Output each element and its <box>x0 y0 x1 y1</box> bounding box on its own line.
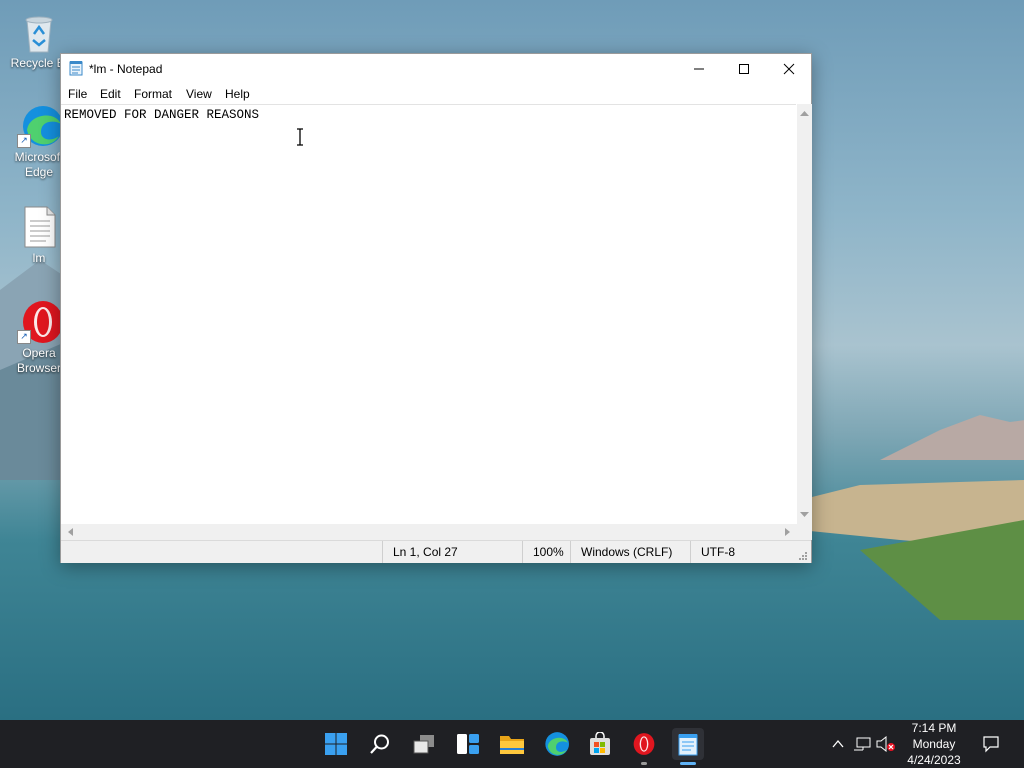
vertical-scrollbar[interactable] <box>797 104 812 524</box>
status-bar: Ln 1, Col 27 100% Windows (CRLF) UTF-8 <box>61 540 811 563</box>
store-button[interactable] <box>584 728 616 760</box>
grass-decoration <box>800 480 1024 620</box>
maximize-icon <box>739 64 749 74</box>
shortcut-arrow-icon: ↗ <box>17 134 31 148</box>
scroll-up-icon[interactable] <box>797 106 812 120</box>
ibeam-cursor-icon <box>297 128 303 146</box>
task-view-icon <box>413 735 434 754</box>
start-icon <box>325 733 347 755</box>
clock-time: 7:14 PM <box>911 721 957 735</box>
running-indicator <box>641 762 647 765</box>
recycle-bin-icon <box>19 10 59 54</box>
widgets-icon <box>457 734 479 754</box>
text-editor-area[interactable]: REMOVED FOR DANGER REASONS <box>61 104 796 525</box>
menu-file[interactable]: File <box>66 86 89 102</box>
task-view-button[interactable] <box>408 728 440 760</box>
text-file-icon <box>19 205 59 249</box>
active-indicator <box>680 762 696 765</box>
menu-edit[interactable]: Edit <box>98 86 123 102</box>
opera-icon: ↗ <box>17 300 63 344</box>
scrollbar-corner <box>797 524 812 540</box>
clock-day: Monday <box>912 737 956 751</box>
scroll-down-icon[interactable] <box>797 508 812 522</box>
notepad-taskbar-button[interactable] <box>672 728 704 765</box>
menu-help[interactable]: Help <box>223 86 252 102</box>
taskbar: 7:14 PM Monday 4/24/2023 <box>0 720 1024 768</box>
document-text: REMOVED FOR DANGER REASONS <box>64 108 260 122</box>
opera-taskbar-button[interactable] <box>628 728 660 765</box>
menu-view[interactable]: View <box>184 86 214 102</box>
menu-format[interactable]: Format <box>132 86 174 102</box>
scroll-right-icon[interactable] <box>781 524 795 540</box>
minimize-icon <box>694 68 704 70</box>
show-hidden-icons-icon[interactable] <box>832 739 844 749</box>
file-explorer-icon <box>500 736 524 754</box>
clock-date: 4/24/2023 <box>907 753 961 767</box>
horizontal-scrollbar[interactable] <box>61 524 797 540</box>
resize-grip-icon[interactable] <box>798 551 808 561</box>
opera-icon <box>633 733 655 755</box>
menu-bar: File Edit Format View Help <box>61 84 811 104</box>
status-line-ending: Windows (CRLF) <box>570 541 691 563</box>
status-cursor-position: Ln 1, Col 27 <box>382 541 521 563</box>
mountain-decoration-right <box>880 415 1024 460</box>
volume-muted-icon[interactable] <box>876 736 896 752</box>
close-icon <box>783 63 795 75</box>
file-explorer-button[interactable] <box>496 728 528 760</box>
window-title: *lm - Notepad <box>89 62 163 76</box>
maximize-button[interactable] <box>721 54 767 84</box>
search-button[interactable] <box>364 728 396 760</box>
edge-icon: ↗ <box>17 104 63 148</box>
notepad-window: *lm - Notepad File Edit Format View Help… <box>60 53 812 563</box>
search-icon <box>370 734 389 754</box>
title-bar[interactable]: *lm - Notepad <box>61 54 811 84</box>
start-button[interactable] <box>320 728 352 760</box>
shortcut-arrow-icon: ↗ <box>17 330 31 344</box>
scroll-left-icon[interactable] <box>63 524 77 540</box>
notepad-app-icon <box>69 61 83 76</box>
widgets-button[interactable] <box>452 728 484 760</box>
notifications-icon[interactable] <box>982 735 1000 753</box>
minimize-button[interactable] <box>676 54 722 84</box>
taskbar-clock[interactable]: 7:14 PM Monday 4/24/2023 <box>900 720 968 768</box>
status-encoding: UTF-8 <box>690 541 801 563</box>
network-icon[interactable] <box>853 736 871 752</box>
edge-icon <box>545 732 569 756</box>
notepad-icon <box>678 734 698 756</box>
close-button[interactable] <box>766 54 812 84</box>
edge-taskbar-button[interactable] <box>540 728 572 760</box>
store-icon <box>590 732 610 755</box>
